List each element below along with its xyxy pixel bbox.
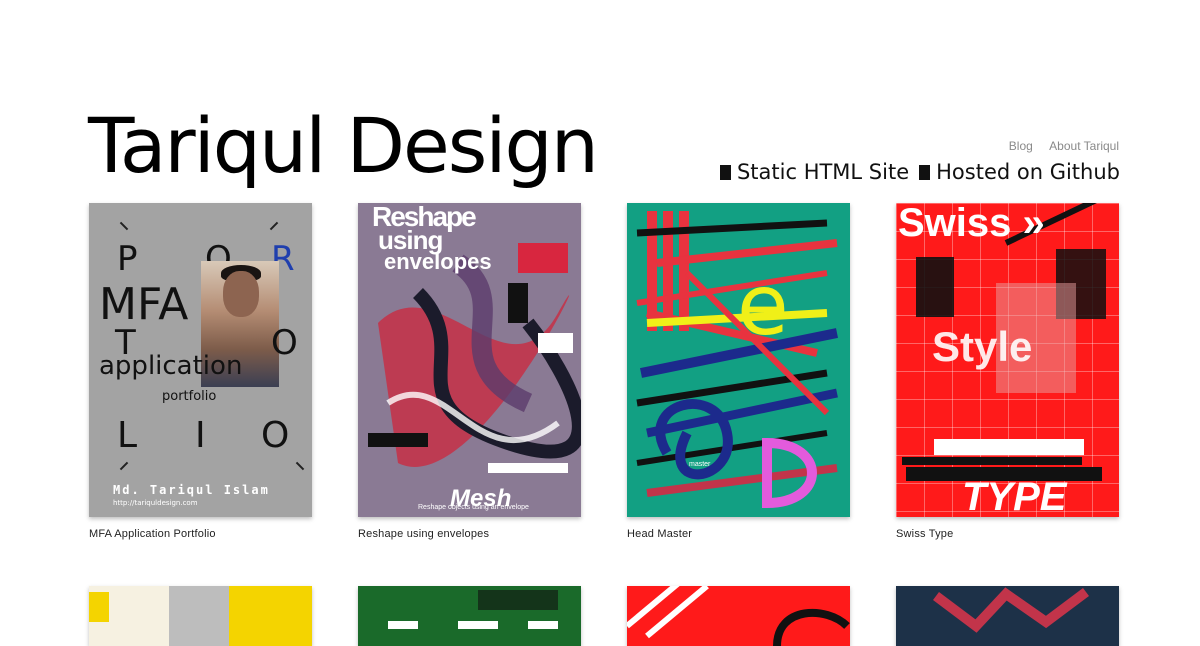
tagline-item: Static HTML Site [719, 160, 910, 184]
poster-thumbnail[interactable]: Swiss » Style TYPE [896, 203, 1119, 517]
portfolio-card[interactable] [896, 586, 1119, 646]
tagline-static-html: Static HTML Site [736, 160, 910, 184]
poster-artwork [627, 586, 850, 646]
poster-artwork [89, 586, 229, 646]
site-title: Tariqul Design [88, 101, 599, 190]
poster-text: O [261, 415, 290, 456]
decorative-dash [295, 461, 305, 471]
tagline-hosted-github: Hosted on Github [936, 160, 1120, 184]
poster-caption[interactable]: MFA Application Portfolio [89, 528, 312, 540]
poster-thumbnail[interactable] [358, 586, 581, 646]
poster-text: Style [932, 323, 1033, 370]
poster-text: Md. Tariqul Islam [113, 483, 270, 497]
poster-caption[interactable]: Head Master [627, 528, 850, 540]
top-nav: Blog About Tariqul [996, 139, 1119, 153]
portfolio-card[interactable]: Reshape using envelopes Mesh Reshape obj… [358, 203, 581, 540]
poster-artwork [933, 587, 1089, 633]
face-shape [223, 271, 259, 317]
portfolio-card[interactable] [89, 586, 312, 646]
poster-text: envelopes [384, 249, 492, 274]
poster-thumbnail[interactable]: Reshape using envelopes Mesh Reshape obj… [358, 203, 581, 517]
poster-text: Swiss » [898, 203, 1045, 245]
poster-text: O [271, 323, 298, 363]
poster-text: P [117, 239, 138, 279]
square-bullet-icon [719, 164, 731, 180]
tagline: Static HTML Site Hosted on Github [710, 160, 1120, 184]
poster-thumbnail[interactable] [627, 586, 850, 646]
poster-text: I [195, 415, 206, 456]
decorative-dash [119, 221, 129, 231]
poster-text: master [689, 461, 711, 468]
poster-text: Reshape objects using an envelope [418, 504, 529, 511]
poster-text: portfolio [162, 389, 217, 404]
portfolio-card[interactable]: P O R MFA T O application portfolio L I … [89, 203, 312, 540]
poster-caption[interactable]: Swiss Type [896, 528, 1119, 540]
poster-artwork [636, 211, 838, 509]
poster-thumbnail[interactable]: e master [627, 203, 850, 517]
nav-link-about[interactable]: About Tariqul [1049, 139, 1119, 153]
poster-text: application [99, 351, 243, 381]
nav-link-blog[interactable]: Blog [1009, 139, 1033, 153]
decorative-dash [119, 461, 129, 471]
decorative-dash [269, 221, 279, 231]
square-bullet-icon [919, 164, 931, 180]
poster-text: e [737, 256, 789, 354]
portfolio-card[interactable]: Swiss » Style TYPE Swiss Type [896, 203, 1119, 540]
portfolio-card[interactable] [627, 586, 850, 646]
portfolio-card[interactable]: e master Head Master [627, 203, 850, 540]
poster-thumbnail[interactable]: P O R MFA T O application portfolio L I … [89, 203, 312, 517]
tagline-item: Hosted on Github [919, 160, 1120, 184]
poster-text: http://tariquldesign.com [113, 499, 198, 507]
poster-text: L [117, 415, 138, 456]
poster-artwork [388, 590, 558, 629]
poster-thumbnail[interactable] [89, 586, 312, 646]
poster-text: MFA [99, 279, 189, 330]
portfolio-card[interactable] [358, 586, 581, 646]
poster-text: TYPE [962, 475, 1067, 517]
poster-thumbnail[interactable] [896, 586, 1119, 646]
poster-caption[interactable]: Reshape using envelopes [358, 528, 581, 540]
